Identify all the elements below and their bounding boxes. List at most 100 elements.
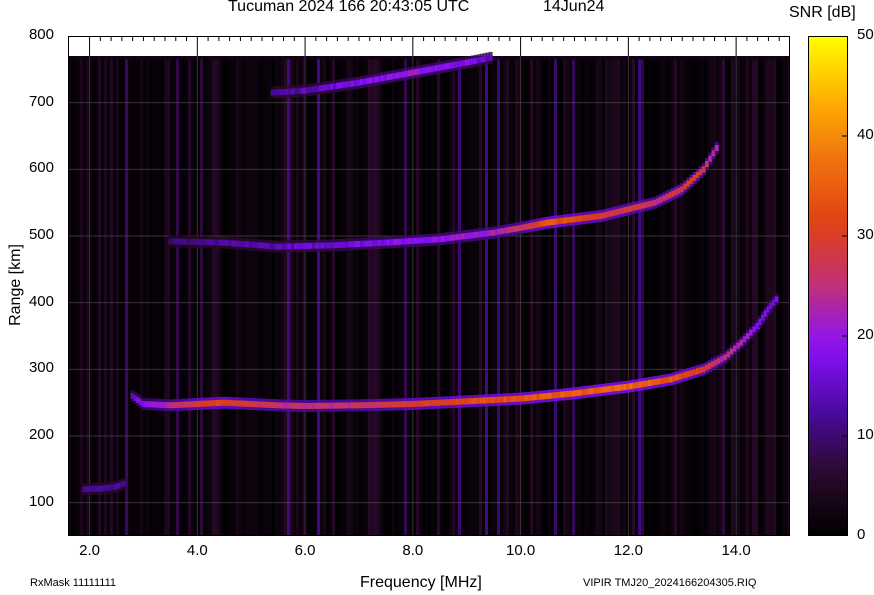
noise-column [683,59,686,536]
noise-column [290,59,293,536]
noise-column [569,59,572,536]
noise-column [152,59,155,536]
noise-column [386,59,389,536]
noise-column [725,59,728,536]
noise-column [587,59,590,536]
noise-column [599,59,602,536]
noise-column [728,59,731,536]
noise-column [356,59,359,536]
noise-column [755,59,758,536]
noise-column [362,59,365,536]
noise-column [695,59,698,536]
noise-column [572,59,575,536]
noise-column [539,59,542,536]
noise-column [665,59,668,536]
noise-column [464,59,467,536]
noise-column [629,59,632,536]
noise-column [488,59,491,536]
noise-column [698,59,701,536]
colorbar-tick-label: 20 [857,326,874,343]
colorbar-title: SNR [dB] [789,4,856,21]
noise-column [272,59,275,536]
noise-column [446,59,449,536]
noise-column [653,59,656,536]
colorbar-tick-label: 40 [857,126,874,143]
x-tick-label: 2.0 [79,542,100,559]
noise-column [353,59,356,536]
noise-column [104,59,107,536]
noise-column [419,59,422,536]
rxmask-label: RxMask 11111111 [30,577,117,589]
noise-column [293,59,296,536]
noise-column [581,59,584,536]
noise-column [344,59,347,536]
noise-column [86,59,89,536]
noise-column [227,59,230,536]
noise-column [668,59,671,536]
noise-column [686,59,689,536]
noise-column [620,59,623,536]
noise-column [191,59,194,536]
noise-column [731,59,734,536]
noise-column [77,59,80,536]
colorbar-tick-label: 0 [857,526,866,543]
noise-column [617,59,620,536]
noise-column [746,59,749,536]
x-tick-label: 8.0 [402,542,424,559]
noise-column [299,59,302,536]
noise-column [650,59,653,536]
noise-column [536,59,539,536]
noise-column [71,59,74,536]
noise-column [614,59,617,536]
noise-column [296,59,299,536]
noise-column [137,59,140,536]
noise-column [74,59,77,536]
noise-column [779,59,782,536]
noise-column [350,59,353,536]
noise-column [341,59,344,536]
chart-date: 14Jun24 [543,0,605,15]
noise-column [647,59,650,536]
noise-column [428,59,431,536]
noise-column [461,59,464,536]
noise-column [245,59,248,536]
noise-column [140,59,143,536]
noise-column [548,59,551,536]
noise-column [365,59,368,536]
noise-column [182,59,185,536]
noise-column [380,59,383,536]
noise-column [221,59,224,536]
colorbar-tick-label: 10 [857,426,874,443]
noise-column [149,59,152,536]
noise-column [476,59,479,536]
echo-cell [488,54,493,61]
noise-column [707,59,710,536]
noise-column [413,59,416,536]
noise-column [80,59,83,536]
noise-column [218,59,221,536]
x-tick-label: 6.0 [294,542,316,559]
noise-column [281,59,284,536]
noise-column [482,59,485,536]
noise-column [284,59,287,536]
noise-column [644,59,647,536]
noise-column [326,59,329,536]
noise-column [782,59,785,536]
noise-column [185,59,188,536]
noise-column [467,59,470,536]
noise-column [209,59,212,536]
noise-column [401,59,404,536]
noise-column [179,59,182,536]
noise-column [701,59,704,536]
noise-column [557,59,560,536]
noise-column [167,59,170,536]
noise-column [473,59,476,536]
y-axis-label: Range [km] [7,244,24,326]
noise-column [605,59,608,536]
noise-column [485,59,488,536]
noise-column [719,59,722,536]
noise-column [530,59,533,536]
noise-column [176,59,179,536]
noise-column [92,59,95,536]
noise-column [257,59,260,536]
